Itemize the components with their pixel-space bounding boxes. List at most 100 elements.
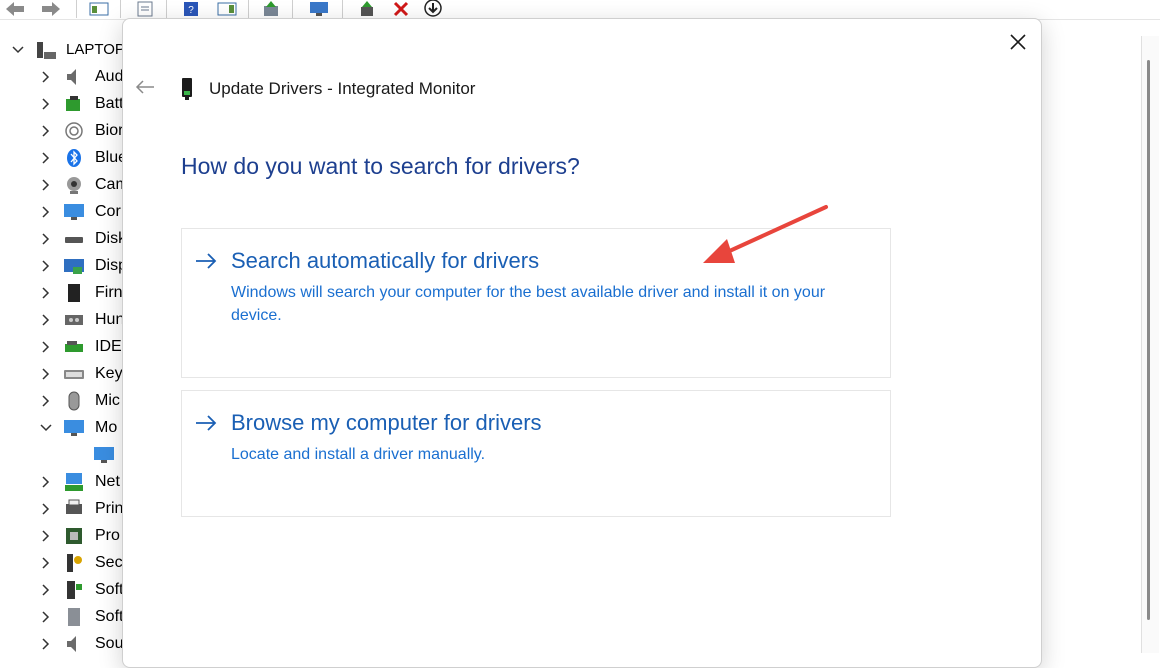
chevron-right-icon[interactable] [40,394,52,407]
tree-item[interactable]: Prin [0,495,140,522]
browse-computer-option[interactable]: Browse my computer for drivers Locate an… [181,390,891,517]
tree-item[interactable]: Firn [0,279,140,306]
chevron-right-icon[interactable] [40,556,52,569]
tree-item[interactable]: Soft [0,576,140,603]
tree-item[interactable]: Blue [0,144,140,171]
tree-item[interactable]: Disp [0,252,140,279]
chevron-right-icon[interactable] [40,97,52,110]
tree-item[interactable]: Hun [0,306,140,333]
tree-item[interactable]: Key [0,360,140,387]
sound-icon [63,633,85,655]
speaker-icon [63,66,85,88]
tree-item[interactable]: Cor [0,198,140,225]
close-icon [1010,34,1026,50]
update-driver-icon[interactable] [260,0,282,18]
chevron-right-icon[interactable] [40,70,52,83]
properties-icon[interactable] [134,0,156,18]
device-tree: LAPTOP Aud Batt Bior Blue Cam Cor Disk Disp Firn… [0,20,140,653]
tree-item[interactable]: Pro [0,522,140,549]
tree-item-label: Pro [95,526,120,544]
action-pane-icon[interactable] [216,0,238,18]
tree-item-label: Batt [95,94,124,112]
tree-item-label: Firn [95,283,123,301]
tree-item[interactable]: Bior [0,117,140,144]
bluetooth-icon [63,147,85,169]
update-drivers-dialog: Update Drivers - Integrated Monitor How … [122,18,1042,668]
chevron-right-icon[interactable] [40,259,52,272]
battery-icon [63,93,85,115]
chevron-right-icon[interactable] [40,637,52,650]
monitor-child-icon [93,444,115,466]
tree-item[interactable]: Net [0,468,140,495]
tree-item-label: Prin [95,499,124,517]
hid-icon [63,309,85,331]
toolbar: ? [0,0,1160,20]
option-title: Search automatically for drivers [231,248,540,273]
chevron-right-icon[interactable] [40,178,52,191]
monitor-device-icon [182,78,192,100]
tree-item[interactable]: Cam [0,171,140,198]
computer-icon [63,201,85,223]
tree-item[interactable]: Batt [0,90,140,117]
tree-item[interactable]: Mic [0,387,140,414]
security-device-icon [63,552,85,574]
chevron-right-icon[interactable] [40,367,52,380]
computer-icon [35,39,57,61]
forward-icon[interactable] [40,0,62,18]
show-hide-console-icon[interactable] [88,0,110,18]
network-adapter-icon [63,471,85,493]
monitor-icon [63,417,85,439]
firmware-icon [63,282,85,304]
tree-item[interactable]: Sec [0,549,140,576]
camera-icon [63,174,85,196]
svg-text:?: ? [188,5,194,16]
back-button[interactable] [133,75,157,99]
chevron-right-icon[interactable] [40,529,52,542]
tree-item[interactable]: Disk [0,225,140,252]
tree-item-label: Hun [95,310,125,328]
arrow-right-icon [196,415,217,431]
chevron-right-icon[interactable] [40,583,52,596]
option-description: Windows will search your computer for th… [231,284,826,324]
chevron-right-icon[interactable] [40,286,52,299]
enable-device-icon[interactable] [356,0,378,18]
chevron-right-icon[interactable] [40,340,52,353]
tree-root[interactable]: LAPTOP [0,36,140,63]
chevron-right-icon[interactable] [40,124,52,137]
display-adapter-icon [63,255,85,277]
disk-drive-icon [63,228,85,250]
tree-item-label: Sec [95,553,123,571]
chevron-right-icon[interactable] [40,610,52,623]
annotation-arrow-icon [703,205,828,263]
back-icon[interactable] [4,0,26,18]
tree-item[interactable]: IDE [0,333,140,360]
scan-hardware-icon[interactable] [308,0,330,18]
uninstall-device-icon[interactable] [390,0,412,18]
print-queue-icon [63,498,85,520]
chevron-right-icon[interactable] [40,502,52,515]
tree-item-label: IDE [95,337,122,355]
scrollbar-thumb[interactable] [1147,60,1150,620]
tree-item-label: Bior [95,121,124,139]
close-button[interactable] [1001,27,1035,57]
option-description: Locate and install a driver manually. [231,446,486,463]
chevron-right-icon[interactable] [40,475,52,488]
chevron-down-icon[interactable] [40,422,52,434]
download-icon[interactable] [422,0,444,18]
tree-item[interactable]: Soft [0,603,140,630]
mouse-icon [63,390,85,412]
chevron-right-icon[interactable] [40,151,52,164]
tree-item-label: Aud [95,67,124,85]
tree-item[interactable]: Mo [0,414,140,441]
chevron-right-icon[interactable] [40,313,52,326]
chevron-right-icon[interactable] [40,205,52,218]
tree-item[interactable]: Aud [0,63,140,90]
vertical-scrollbar[interactable] [1141,36,1159,653]
software-device-icon [63,606,85,628]
chevron-down-icon[interactable] [12,44,24,56]
help-icon[interactable]: ? [180,0,202,18]
chevron-right-icon[interactable] [40,232,52,245]
tree-item-label: Mo [95,418,118,436]
tree-item-label: Key [95,364,123,382]
tree-item[interactable] [0,441,140,468]
